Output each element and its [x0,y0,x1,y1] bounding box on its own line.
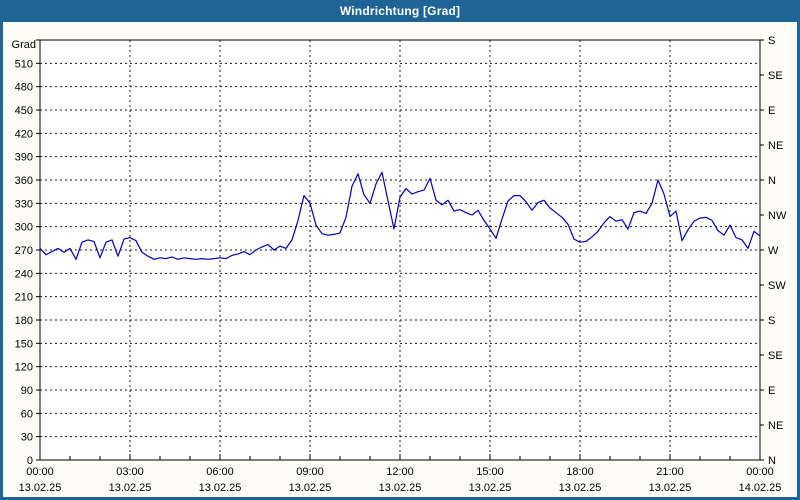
title-bar: Windrichtung [Grad] [3,0,797,22]
compass-tick-label: SE [768,350,783,362]
y-tick-label: 390 [15,152,33,164]
y-tick-label: 120 [15,362,33,374]
y-axis-unit-label: Grad [12,39,36,51]
chart-window: Windrichtung [Grad] Grad 0 30 60 90 120 150 180… [0,0,800,500]
y-tick-label: 90 [21,385,33,397]
x-date-label: 13.02.25 [109,482,152,494]
x-time-label: 18:00 [566,466,594,478]
y-tick-label: 210 [15,292,33,304]
x-time-label: 21:00 [656,466,684,478]
y-tick-label: 330 [15,198,33,210]
x-time-label: 09:00 [296,466,324,478]
compass-tick-label: SW [768,280,786,292]
x-date-label: 13.02.25 [379,482,422,494]
y-tick-label: 420 [15,128,33,140]
compass-tick-label: N [768,175,776,187]
compass-tick-label: NE [768,140,783,152]
y-tick-label: 480 [15,82,33,94]
compass-tick-label: E [768,385,775,397]
x-date-label: 13.02.25 [199,482,242,494]
x-date-label: 14.02.25 [739,482,782,494]
x-time-label: 06:00 [206,466,234,478]
compass-tick-label: NW [768,210,787,222]
compass-tick-label: S [768,315,775,327]
y-tick-label: 360 [15,175,33,187]
x-date-label: 13.02.25 [649,482,692,494]
wind-direction-chart: Grad030609012015018021024027030033036039… [12,35,787,494]
y-tick-label: 270 [15,245,33,257]
y-tick-label: 180 [15,315,33,327]
y-tick-label: 300 [15,222,33,234]
x-time-label: 12:00 [386,466,414,478]
x-time-label: 00:00 [26,466,54,478]
x-date-label: 13.02.25 [289,482,332,494]
y-tick-label: 150 [15,338,33,350]
y-tick-label: 510 [15,58,33,70]
compass-tick-label: S [768,35,775,47]
chart-title: Windrichtung [Grad] [339,4,461,18]
x-time-label: 00:00 [746,466,774,478]
y-tick-label: 240 [15,268,33,280]
x-date-label: 13.02.25 [469,482,512,494]
compass-tick-label: SE [768,70,783,82]
compass-tick-label: W [768,245,779,257]
x-date-label: 13.02.25 [559,482,602,494]
y-tick-label: 450 [15,105,33,117]
x-time-label: 03:00 [116,466,144,478]
x-time-label: 15:00 [476,466,504,478]
x-date-label: 13.02.25 [19,482,62,494]
y-tick-label: 60 [21,408,33,420]
y-tick-label: 30 [21,432,33,444]
compass-tick-label: E [768,105,775,117]
compass-tick-label: NE [768,420,783,432]
chart-area: Grad 0 30 60 90 120 150 180 210 240 270 300 330 360 39… [3,22,797,497]
